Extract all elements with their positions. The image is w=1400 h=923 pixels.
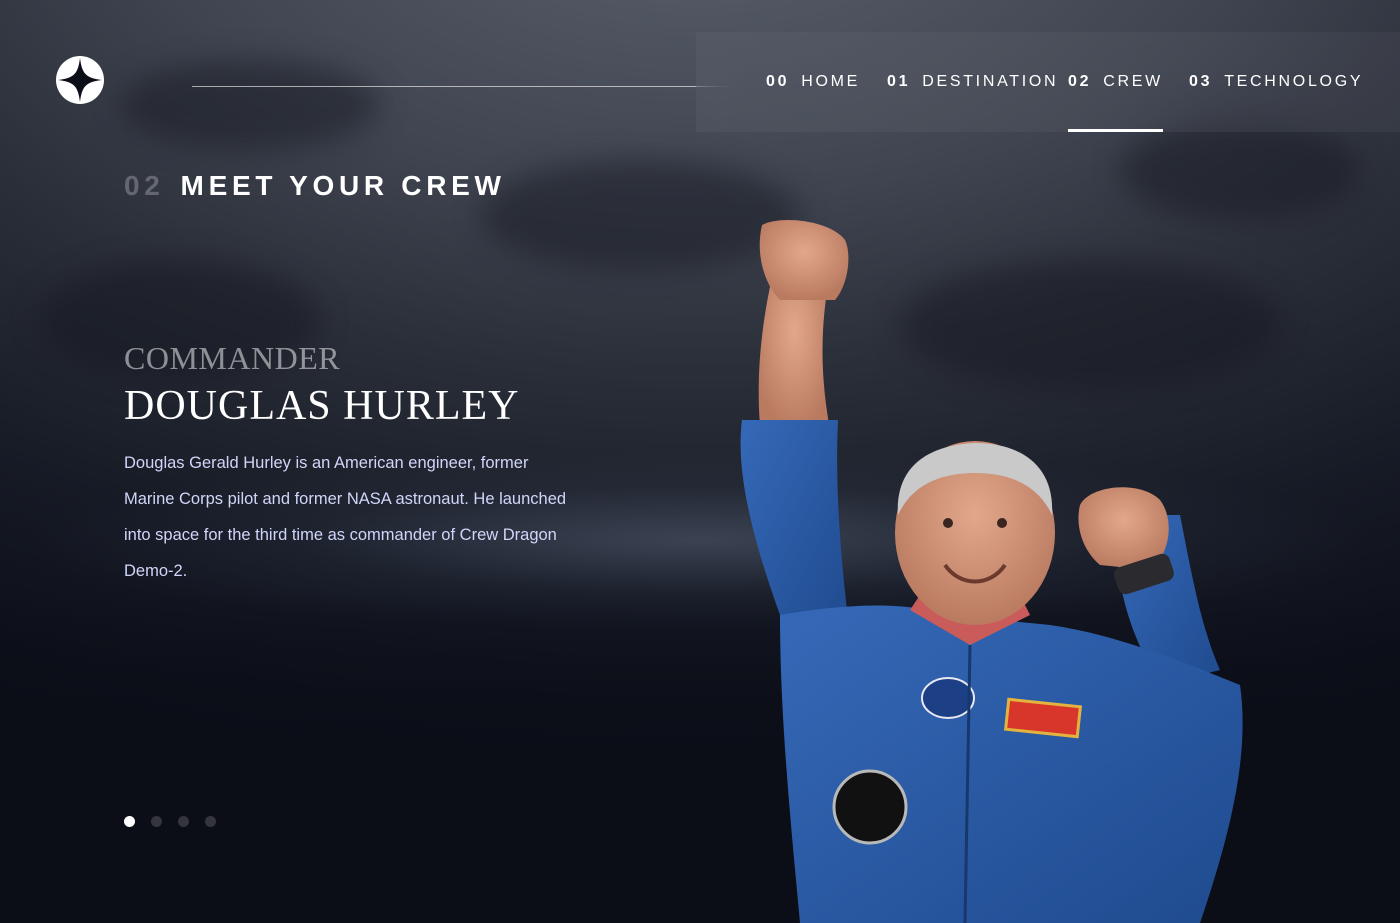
crew-program-patch-icon [832,769,908,845]
eye [997,518,1007,528]
nav-label: DESTINATION [922,73,1059,90]
nav-number: 00 [766,73,790,90]
crew-role: COMMANDER [124,340,341,376]
nav-item-home[interactable]: 00 HOME [766,32,860,132]
nav-item-destination[interactable]: 01 DESTINATION [887,32,1058,132]
left-sleeve [740,420,850,635]
carousel-dot[interactable] [151,816,162,827]
carousel-dot[interactable] [178,816,189,827]
crew-name: DOUGLAS HURLEY [124,383,520,429]
nav-number: 03 [1189,73,1213,90]
page-title: 02 MEET YOUR CREW [124,170,506,202]
cloud-shape [1120,120,1360,220]
left-fist [759,220,849,300]
crew-bio: Douglas Gerald Hurley is an American eng… [124,454,567,580]
primary-nav: 00 HOME 01 DESTINATION 02 CREW 03 TECHNO… [696,32,1400,132]
carousel-dot[interactable] [205,816,216,827]
nav-number: 01 [887,73,911,90]
eye [943,518,953,528]
nasa-patch-icon [921,677,975,719]
nav-label: CREW [1103,73,1163,90]
nav-label: HOME [801,73,861,90]
astronaut-photo [740,220,1243,923]
page-title-text: MEET YOUR CREW [180,170,506,201]
carousel-dots [124,816,216,827]
nav-label: TECHNOLOGY [1224,73,1364,90]
nav-item-technology[interactable]: 03 TECHNOLOGY [1189,32,1363,132]
header-divider [192,86,728,87]
star-logo-icon[interactable] [56,56,104,104]
page-title-number: 02 [124,170,165,201]
cloud-shape [120,60,380,150]
carousel-dot[interactable] [124,816,135,827]
nav-item-crew[interactable]: 02 CREW [1068,32,1163,132]
nav-number: 02 [1068,73,1092,90]
crew-page: 00 HOME 01 DESTINATION 02 CREW 03 TECHNO… [0,0,1400,923]
name-tag [1003,697,1083,739]
